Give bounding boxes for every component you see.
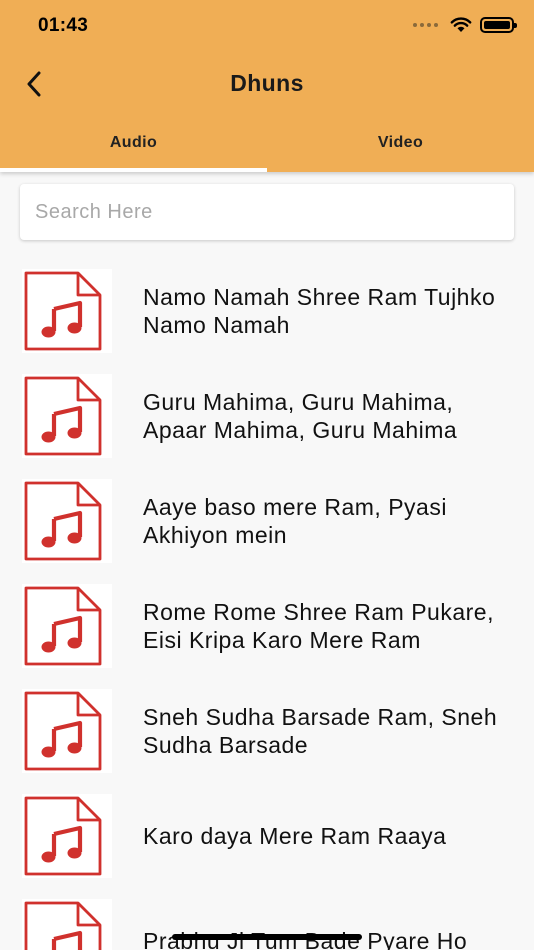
- list-item[interactable]: Prabhu Ji Tum Bade Pyare Ho: [0, 888, 534, 950]
- list-item[interactable]: Aaye baso mere Ram, Pyasi Akhiyon mein: [0, 468, 534, 573]
- audio-file-icon: [22, 898, 112, 950]
- audio-file-icon: [22, 373, 112, 458]
- list-item[interactable]: Karo daya Mere Ram Raaya: [0, 783, 534, 888]
- home-indicator: [172, 934, 362, 940]
- list-item-title: Rome Rome Shree Ram Pukare, Eisi Kripa K…: [143, 598, 494, 653]
- list-item-title: Sneh Sudha Barsade Ram, Sneh Sudha Barsa…: [143, 703, 498, 758]
- tab-video[interactable]: Video: [267, 124, 534, 172]
- wifi-icon: [450, 17, 472, 32]
- status-bar: 01:43: [0, 0, 534, 54]
- app-bar: 01:43 Dhuns Audio Video: [0, 0, 534, 172]
- audio-file-icon: [22, 793, 112, 878]
- list-item-title: Karo daya Mere Ram Raaya: [143, 822, 447, 849]
- search-input[interactable]: [35, 200, 499, 224]
- list-item[interactable]: Sneh Sudha Barsade Ram, Sneh Sudha Barsa…: [0, 678, 534, 783]
- battery-icon: [480, 17, 517, 33]
- list-item[interactable]: Namo Namah Shree Ram Tujhko Namo Namah: [0, 258, 534, 363]
- list-item-title: Namo Namah Shree Ram Tujhko Namo Namah: [143, 283, 496, 338]
- audio-file-icon: [22, 688, 112, 773]
- audio-file-icon: [22, 478, 112, 563]
- list-item[interactable]: Guru Mahima, Guru Mahima, Apaar Mahima, …: [0, 363, 534, 468]
- list-item-title: Aaye baso mere Ram, Pyasi Akhiyon mein: [143, 493, 447, 548]
- audio-file-icon: [22, 268, 112, 353]
- tab-audio[interactable]: Audio: [0, 124, 267, 172]
- search-box: [20, 184, 514, 240]
- audio-file-icon: [22, 583, 112, 668]
- tab-bar: Audio Video: [0, 124, 534, 172]
- status-time: 01:43: [38, 15, 89, 36]
- audio-list: Namo Namah Shree Ram Tujhko Namo Namah Gu…: [0, 258, 534, 950]
- status-icons: [413, 17, 517, 33]
- list-item[interactable]: Rome Rome Shree Ram Pukare, Eisi Kripa K…: [0, 573, 534, 678]
- page-title: Dhuns: [230, 70, 304, 96]
- cellular-signal-icon: [413, 23, 438, 27]
- list-item-title: Guru Mahima, Guru Mahima, Apaar Mahima, …: [143, 388, 458, 443]
